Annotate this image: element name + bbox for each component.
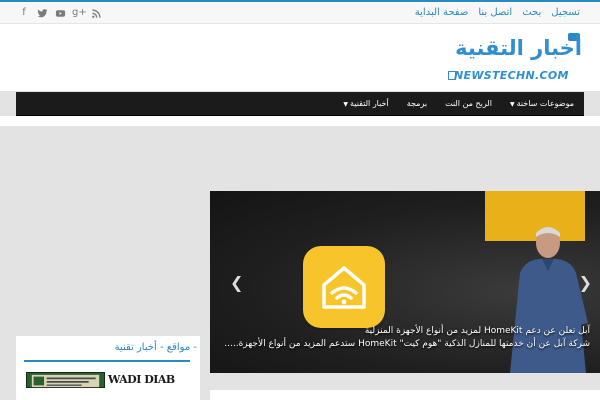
twitter-icon[interactable] [36, 5, 48, 21]
nav-item-tech-news[interactable]: أخبار التقنية▼ [343, 92, 388, 116]
youtube-icon[interactable] [54, 5, 66, 21]
header-bottom-strip [0, 116, 600, 126]
nav-label: موضوعات ساخنة [516, 99, 574, 108]
home-icon [322, 266, 366, 309]
slide-excerpt: شركة آبل عن أن خدمتها للمنازل الذكية "هو… [224, 339, 590, 349]
caret-down-icon: ▼ [343, 101, 349, 108]
rss-icon[interactable] [90, 5, 102, 21]
slide-caption: آبل تعلن عن دعم HomeKit لمزيد من أنواع ا… [220, 325, 590, 351]
slider-next-button[interactable]: ❯ [579, 273, 592, 292]
caret-down-icon: ▼ [509, 101, 515, 108]
widget-logos: WADI DIAB [24, 372, 194, 392]
main-nav: أخبار التقنية▼ برمجة الربح من النت موضوع… [16, 92, 584, 116]
logo-arabic-text: أخبار التقنية [455, 36, 582, 60]
banner-image [31, 374, 100, 388]
logo-english-text: NEWSTECHN.COM [454, 69, 569, 82]
content-panel [210, 390, 600, 400]
site-header: أخبار التقنية NEWSTECHN.COM [0, 24, 600, 91]
top-links: صفحة البداية اتصل بنا بحث تسجيل [415, 5, 580, 21]
nav-label: أخبار التقنية [350, 99, 389, 108]
slider-prev-button[interactable]: ❮ [230, 273, 243, 292]
site-logo[interactable]: أخبار التقنية NEWSTECHN.COM [448, 33, 586, 84]
contact-us-link[interactable]: اتصل بنا [478, 5, 512, 21]
nav-label: الربح من النت [445, 99, 492, 108]
nav-item-hot-topics[interactable]: موضوعات ساخنة▼ [510, 92, 574, 116]
featured-slider[interactable]: ❮ ❯ آبل تعلن عن دعم HomeKit لمزيد من أنو… [210, 191, 600, 373]
register-link[interactable]: تسجيل [551, 5, 580, 21]
google-plus-icon[interactable]: g+ [72, 5, 87, 21]
sites-widget: - مواقع - أخبار تقنية WADI DIAB [16, 336, 200, 400]
search-link[interactable]: بحث [522, 5, 541, 21]
nav-label: برمجة [406, 99, 428, 108]
partner-logo-banner[interactable] [26, 372, 105, 388]
nav-item-programming[interactable]: برمجة [407, 92, 427, 116]
home-page-link[interactable]: صفحة البداية [415, 5, 469, 21]
homekit-app-icon [303, 246, 385, 328]
top-bar: f g+ صفحة البداية اتصل بنا بحث تسجيل [0, 0, 600, 24]
slide-title[interactable]: آبل تعلن عن دعم HomeKit لمزيد من أنواع ا… [220, 325, 590, 338]
nav-item-online-profit[interactable]: الربح من النت [445, 92, 492, 116]
social-links: f g+ [18, 5, 102, 21]
widget-title-underline [24, 360, 190, 362]
facebook-icon[interactable]: f [18, 5, 30, 21]
wadi-diab-logo[interactable]: WADI DIAB [108, 373, 175, 386]
widget-title: - مواقع - أخبار تقنية [114, 342, 197, 353]
